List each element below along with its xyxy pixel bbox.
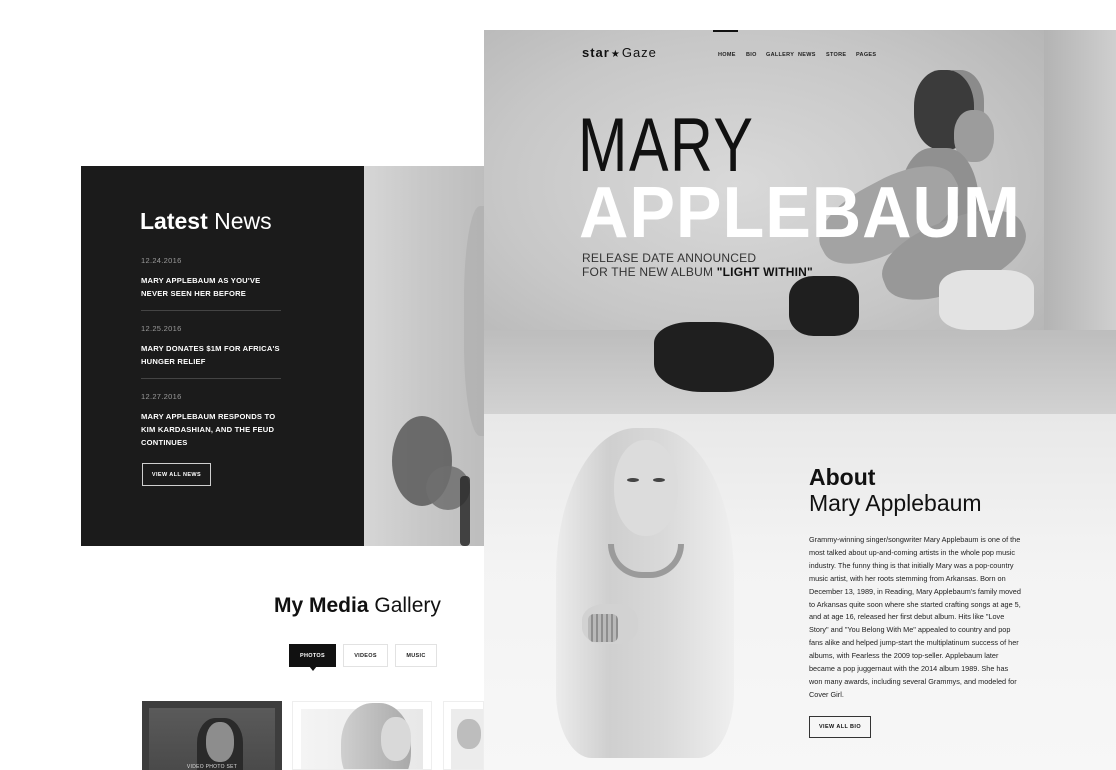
news-headline[interactable]: MARY APPLEBAUM AS YOU'VE NEVER SEEN HER …: [141, 274, 281, 300]
gallery-thumbnail[interactable]: [443, 701, 484, 770]
star-icon: ★: [610, 49, 621, 60]
about-subheading: Mary Applebaum: [809, 490, 982, 516]
media-gallery-title: My Media Gallery: [274, 594, 441, 618]
news-photo: [364, 166, 484, 546]
news-headline[interactable]: MARY DONATES $1M FOR AFRICA'S HUNGER REL…: [141, 342, 281, 368]
news-date: 12.24.2016: [141, 256, 182, 265]
hero-last-name: APPLEBAUM: [579, 173, 1021, 253]
thumbnail-image: [301, 703, 423, 769]
nav-pages[interactable]: PAGES: [856, 52, 876, 58]
view-all-news-button[interactable]: VIEW ALL NEWS: [142, 463, 211, 486]
latest-news-panel: Latest News 12.24.2016 MARY APPLEBAUM AS…: [81, 166, 364, 546]
nav-store[interactable]: STORE: [826, 52, 846, 58]
logo-gaze-text: Gaze: [621, 45, 657, 60]
logo-star-text: star: [582, 45, 610, 60]
thumbnail-image: [149, 708, 275, 770]
stargaze-logo[interactable]: star★Gaze: [582, 45, 657, 60]
hero-subtitle-prefix: FOR THE NEW ALBUM: [582, 265, 714, 279]
nav-home[interactable]: HOME: [718, 52, 736, 58]
news-title-bold: Latest: [140, 208, 208, 234]
news-item[interactable]: 12.27.2016 MARY APPLEBAUM RESPONDS TO KI…: [141, 392, 281, 449]
nav-gallery[interactable]: GALLERY: [766, 52, 794, 58]
news-date: 12.27.2016: [141, 392, 182, 401]
hero-album-title: "LIGHT WITHIN": [716, 265, 813, 279]
hero-section: star★Gaze HOME BIO GALLERY NEWS STORE PA…: [484, 30, 1116, 414]
thumbnail-caption: VIDEO PHOTO SET: [186, 764, 238, 770]
gallery-title-light: Gallery: [374, 594, 441, 617]
news-date: 12.25.2016: [141, 324, 182, 333]
gallery-thumbnail[interactable]: [292, 701, 432, 770]
homepage-preview: star★Gaze HOME BIO GALLERY NEWS STORE PA…: [484, 30, 1116, 770]
news-item[interactable]: 12.24.2016 MARY APPLEBAUM AS YOU'VE NEVE…: [141, 256, 281, 300]
tab-music[interactable]: MUSIC: [395, 644, 437, 667]
tab-videos[interactable]: VIDEOS: [343, 644, 388, 667]
portrait-face: [614, 440, 678, 536]
hero-subtitle-line1: RELEASE DATE ANNOUNCED: [582, 251, 757, 265]
view-all-bio-button[interactable]: VIEW ALL BIO: [809, 716, 871, 738]
news-title-light: News: [214, 208, 272, 234]
nav-news[interactable]: NEWS: [798, 52, 816, 58]
news-divider: [141, 378, 281, 379]
thumbnail-image: [451, 709, 483, 769]
news-item[interactable]: 12.25.2016 MARY DONATES $1M FOR AFRICA'S…: [141, 324, 281, 368]
portrait-cuff: [588, 614, 618, 642]
gallery-thumbnail[interactable]: VIDEO PHOTO SET: [142, 701, 282, 770]
nav-active-indicator: [713, 30, 738, 32]
news-headline[interactable]: MARY APPLEBAUM RESPONDS TO KIM KARDASHIA…: [141, 410, 281, 449]
gallery-title-bold: My Media: [274, 594, 369, 617]
nav-bio[interactable]: BIO: [746, 52, 757, 58]
about-body-text: Grammy-winning singer/songwriter Mary Ap…: [809, 535, 1021, 699]
news-divider: [141, 310, 281, 311]
hero-floor: [484, 330, 1116, 414]
latest-news-title: Latest News: [140, 208, 272, 235]
hero-subtitle-line2: FOR THE NEW ALBUM "LIGHT WITHIN": [582, 265, 813, 279]
about-heading: About: [809, 464, 876, 490]
tab-photos[interactable]: PHOTOS: [289, 644, 336, 671]
